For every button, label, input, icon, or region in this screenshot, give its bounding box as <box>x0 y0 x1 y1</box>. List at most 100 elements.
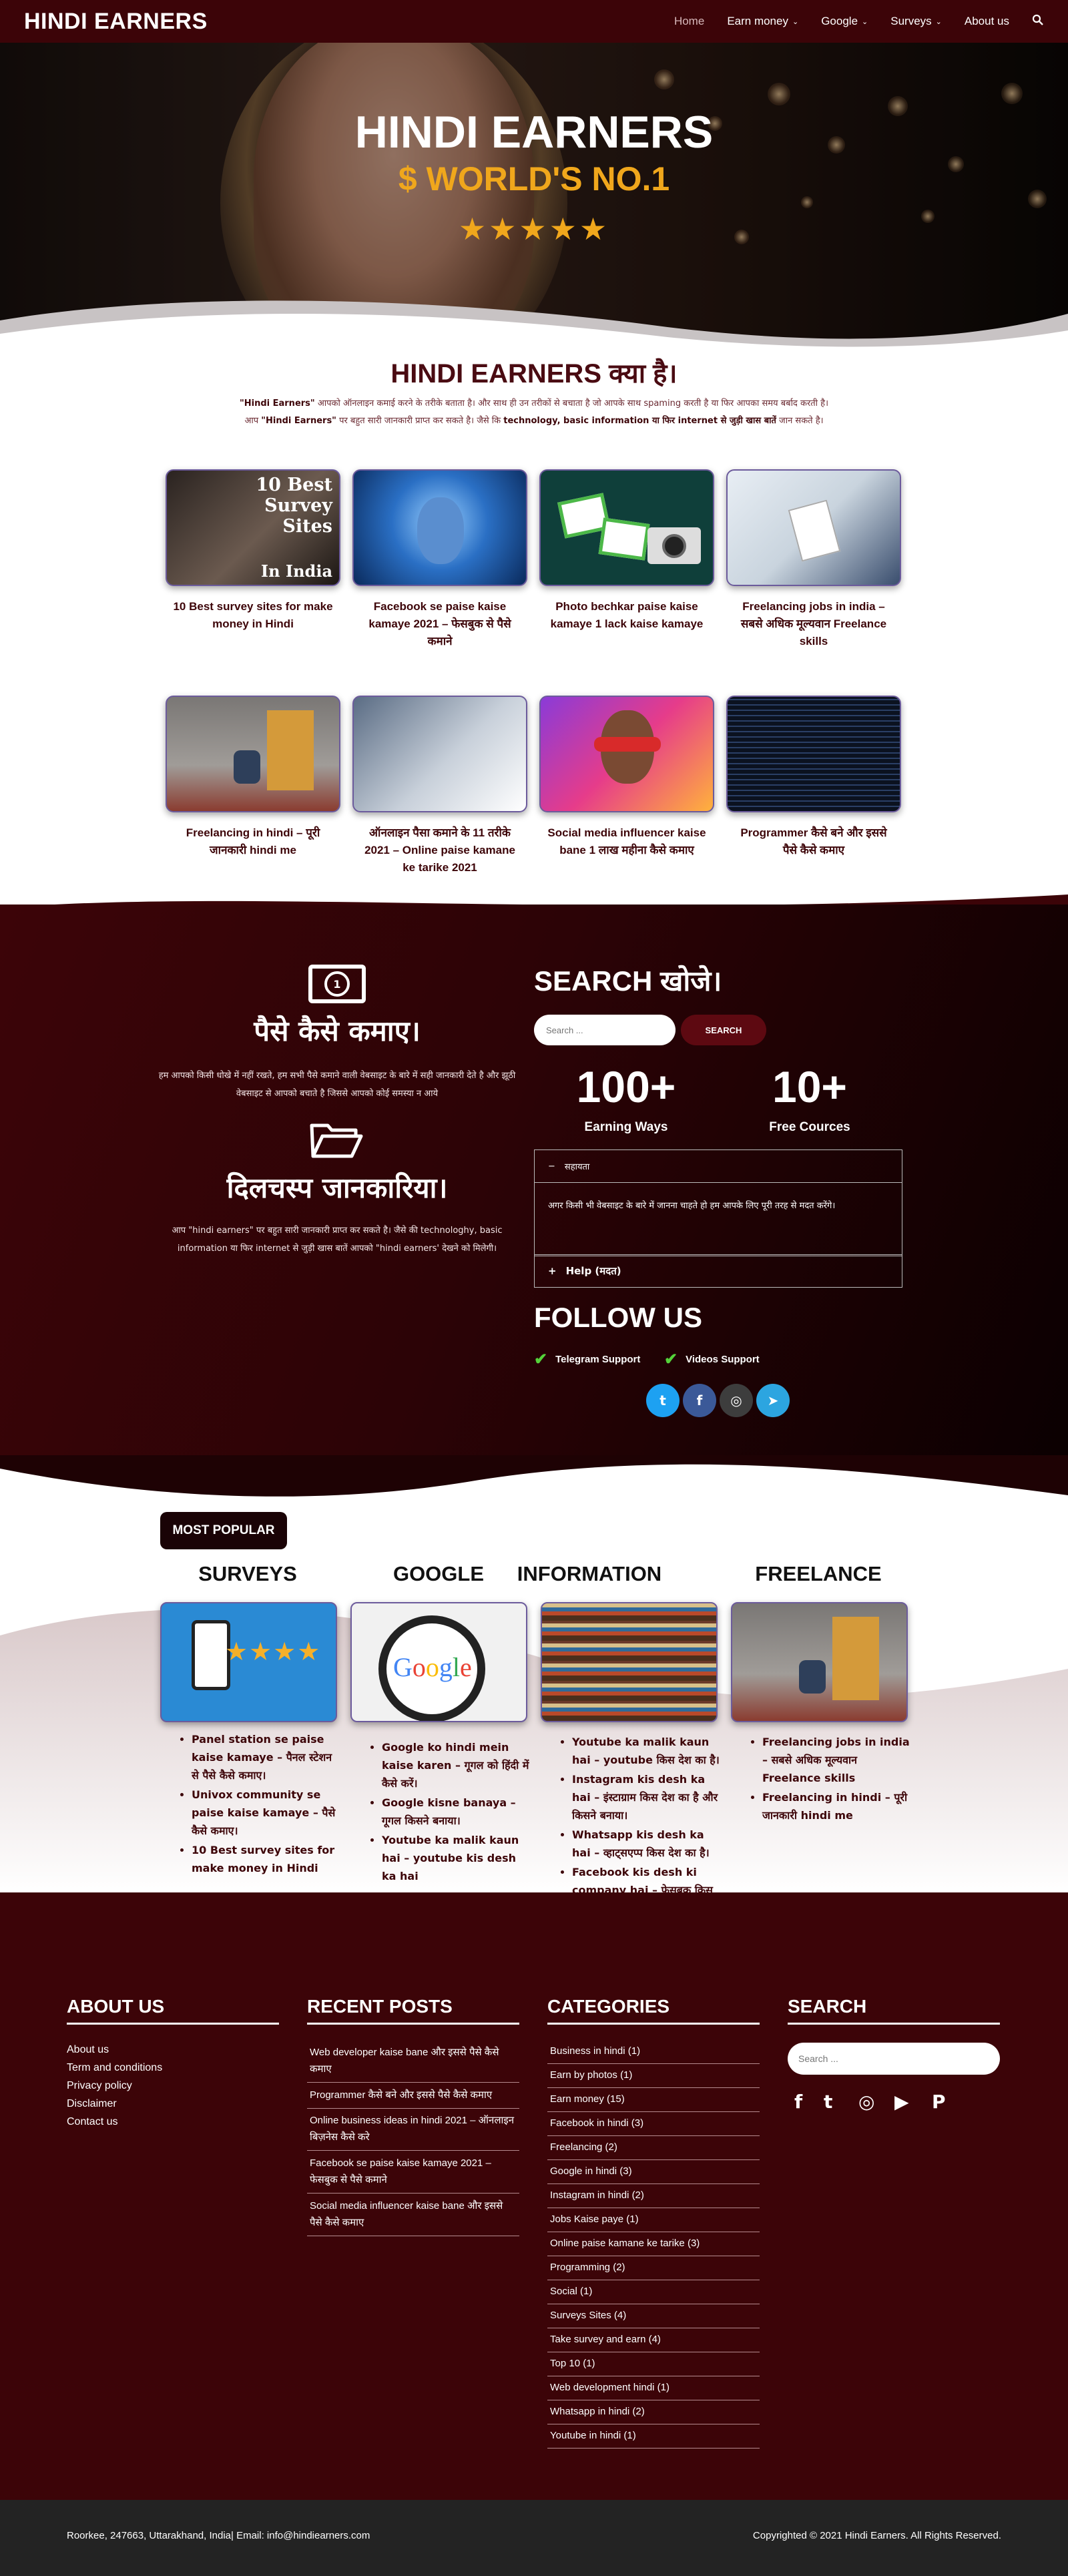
overlay-line: 10 Best <box>256 475 332 495</box>
search-input[interactable] <box>534 1015 676 1045</box>
category-link[interactable]: Surveys Sites (4) <box>547 2304 760 2328</box>
menu-item-google[interactable]: Google ⌄ <box>821 15 868 28</box>
post-card[interactable]: Photo bechkar paise kaise kamaye 1 lack … <box>539 469 714 633</box>
youtube-icon[interactable]: ▶ <box>894 2091 909 2113</box>
post-card[interactable]: ऑनलाइन पैसा कमाने के 11 तरीके 2021 – Onl… <box>352 696 527 876</box>
recent-post-link[interactable]: Facebook se paise kaise kamaye 2021 – फे… <box>307 2151 519 2194</box>
category-link[interactable]: Google in hindi (3) <box>547 2160 760 2184</box>
card-title[interactable]: Freelancing in hindi – पूरी जानकारी hind… <box>166 824 340 859</box>
recent-post-link[interactable]: Online business ideas in hindi 2021 – ऑन… <box>307 2108 519 2151</box>
list-item[interactable]: Youtube ka malik kaun hai – youtube किस … <box>572 1733 721 1769</box>
column-title: INFORMATION <box>517 1562 662 1585</box>
category-link[interactable]: Business in hindi (1) <box>547 2040 760 2064</box>
card-title[interactable]: Freelancing jobs in india – सबसे अधिक मू… <box>726 598 901 650</box>
menu-item-earn-money[interactable]: Earn money ⌄ <box>727 15 798 28</box>
list-item[interactable]: Univox community se paise kaise kamaye –… <box>192 1786 340 1840</box>
folder-open-icon <box>310 1123 363 1158</box>
category-link[interactable]: Social (1) <box>547 2280 760 2304</box>
card-title[interactable]: Facebook se paise kaise kamaye 2021 – फे… <box>352 598 527 650</box>
title-underline <box>788 2023 1000 2025</box>
instagram-icon[interactable]: ◎ <box>858 2091 874 2113</box>
footer-recent-title: RECENT POSTS <box>307 1996 453 2017</box>
title-underline <box>67 2023 279 2025</box>
accordion-header[interactable]: − सहायता <box>535 1150 902 1182</box>
card-title[interactable]: Programmer कैसे बने और इससे पैसे कैसे कम… <box>726 824 901 859</box>
videos-support[interactable]: ✔ Videos Support <box>664 1350 760 1369</box>
accordion-header[interactable]: + Help (मदत) <box>535 1255 902 1287</box>
post-card[interactable]: Social media influencer kaise bane 1 लाख… <box>539 696 714 859</box>
card-title[interactable]: 10 Best survey sites for make money in H… <box>166 598 340 633</box>
post-card[interactable]: Programmer कैसे बने और इससे पैसे कैसे कम… <box>726 696 901 859</box>
footer-link-disclaimer[interactable]: Disclaimer <box>67 2098 117 2110</box>
overlay-line: Survey <box>264 495 332 516</box>
list-item[interactable]: Youtube ka malik kaun hai – youtube kis … <box>382 1831 531 1885</box>
pinterest-icon[interactable]: P <box>932 2091 946 2113</box>
freelance-image[interactable] <box>731 1602 908 1722</box>
post-card[interactable]: Facebook se paise kaise kamaye 2021 – फे… <box>352 469 527 650</box>
post-card[interactable]: Freelancing jobs in india – सबसे अधिक मू… <box>726 469 901 650</box>
camera-shape <box>647 527 701 564</box>
footer-address: Roorkee, 247663, Uttarakhand, India| Ema… <box>67 2530 370 2541</box>
facebook-icon[interactable]: f <box>794 2091 802 2113</box>
list-item[interactable]: Freelancing jobs in india – सबसे अधिक मू… <box>762 1733 911 1787</box>
influencer-image <box>539 696 714 812</box>
card-title[interactable]: Social media influencer kaise bane 1 लाख… <box>539 824 714 859</box>
intro-highlight: technology, basic information या फिर int… <box>503 416 776 426</box>
category-link[interactable]: Web development hindi (1) <box>547 2376 760 2400</box>
list-item[interactable]: Instagram kis desh ka hai – इंस्टाग्राम … <box>572 1770 721 1824</box>
category-link[interactable]: Freelancing (2) <box>547 2136 760 2160</box>
card-title[interactable]: ऑनलाइन पैसा कमाने के 11 तरीके 2021 – Onl… <box>352 824 527 876</box>
twitter-icon[interactable]: t <box>646 1384 680 1417</box>
category-link[interactable]: Online paise kamane ke tarike (3) <box>547 2232 760 2256</box>
category-link[interactable]: Earn by photos (1) <box>547 2064 760 2088</box>
chevron-down-icon: ⌄ <box>935 17 942 26</box>
twitter-icon[interactable]: t <box>824 2091 832 2113</box>
category-link[interactable]: Take survey and earn (4) <box>547 2328 760 2352</box>
footer-search-input[interactable] <box>788 2043 1000 2075</box>
library-image[interactable] <box>541 1602 718 1722</box>
most-popular-badge: MOST POPULAR <box>160 1512 287 1549</box>
list-item[interactable]: Whatsapp kis desh ka hai – व्हाट्सएप्प क… <box>572 1826 721 1862</box>
menu-item-about-us[interactable]: About us <box>965 15 1009 28</box>
search-button[interactable]: SEARCH <box>681 1015 766 1045</box>
menu-label: Earn money <box>727 15 788 27</box>
footer-link-about-us[interactable]: About us <box>67 2044 109 2056</box>
list-item[interactable]: 10 Best survey sites for make money in H… <box>192 1841 340 1877</box>
photo-camera-image <box>539 469 714 586</box>
telegram-glyph: ➤ <box>767 1392 779 1408</box>
accordion-title: Help (मदत) <box>565 1265 621 1277</box>
search-icon[interactable] <box>1032 14 1044 29</box>
recent-post-link[interactable]: Social media influencer kaise bane और इस… <box>307 2194 519 2236</box>
footer-link-privacy[interactable]: Privacy policy <box>67 2080 132 2092</box>
intro-line-1: "Hindi Earners" आपको ऑनलाइन कमाई करने के… <box>167 395 901 413</box>
telegram-icon[interactable]: ➤ <box>756 1384 790 1417</box>
category-link[interactable]: Facebook in hindi (3) <box>547 2112 760 2136</box>
list-item[interactable]: Google ko hindi mein kaise karen – गूगल … <box>382 1738 531 1792</box>
recent-post-link[interactable]: Programmer कैसे बने और इससे पैसे कैसे कम… <box>307 2083 519 2109</box>
surveys-image[interactable]: ★★★★ <box>160 1602 337 1722</box>
post-card[interactable]: Freelancing in hindi – पूरी जानकारी hind… <box>166 696 340 859</box>
google-image[interactable]: Google <box>350 1602 527 1722</box>
list-item[interactable]: Google kisne banaya – गूगल किसने बनाया। <box>382 1794 531 1830</box>
card-title[interactable]: Photo bechkar paise kaise kamaye 1 lack … <box>539 598 714 633</box>
list-item[interactable]: Panel station se paise kaise kamaye – पै… <box>192 1730 340 1784</box>
footer-link-contact[interactable]: Contact us <box>67 2116 117 2128</box>
category-link[interactable]: Jobs Kaise paye (1) <box>547 2208 760 2232</box>
facebook-icon[interactable]: f <box>683 1384 716 1417</box>
category-link[interactable]: Whatsapp in hindi (2) <box>547 2400 760 2424</box>
list-item[interactable]: Freelancing in hindi – पूरी जानकारी hind… <box>762 1788 911 1824</box>
menu-item-surveys[interactable]: Surveys ⌄ <box>890 15 942 28</box>
recent-post-link[interactable]: Web developer kaise bane और इससे पैसे कै… <box>307 2040 519 2083</box>
hero-subtitle: $ WORLD'S NO.1 <box>398 160 670 198</box>
site-logo[interactable]: HINDI EARNERS <box>24 9 208 35</box>
category-link[interactable]: Instagram in hindi (2) <box>547 2184 760 2208</box>
category-link[interactable]: Youtube in hindi (1) <box>547 2424 760 2449</box>
instagram-icon[interactable]: ◎ <box>720 1384 753 1417</box>
category-link[interactable]: Earn money (15) <box>547 2088 760 2112</box>
footer-link-terms[interactable]: Term and conditions <box>67 2062 162 2074</box>
category-link[interactable]: Programming (2) <box>547 2256 760 2280</box>
telegram-support[interactable]: ✔ Telegram Support <box>534 1350 640 1369</box>
category-link[interactable]: Top 10 (1) <box>547 2352 760 2376</box>
post-card[interactable]: 10 Best Survey Sites In India 10 Best su… <box>166 469 340 633</box>
menu-item-home[interactable]: Home <box>674 15 704 28</box>
